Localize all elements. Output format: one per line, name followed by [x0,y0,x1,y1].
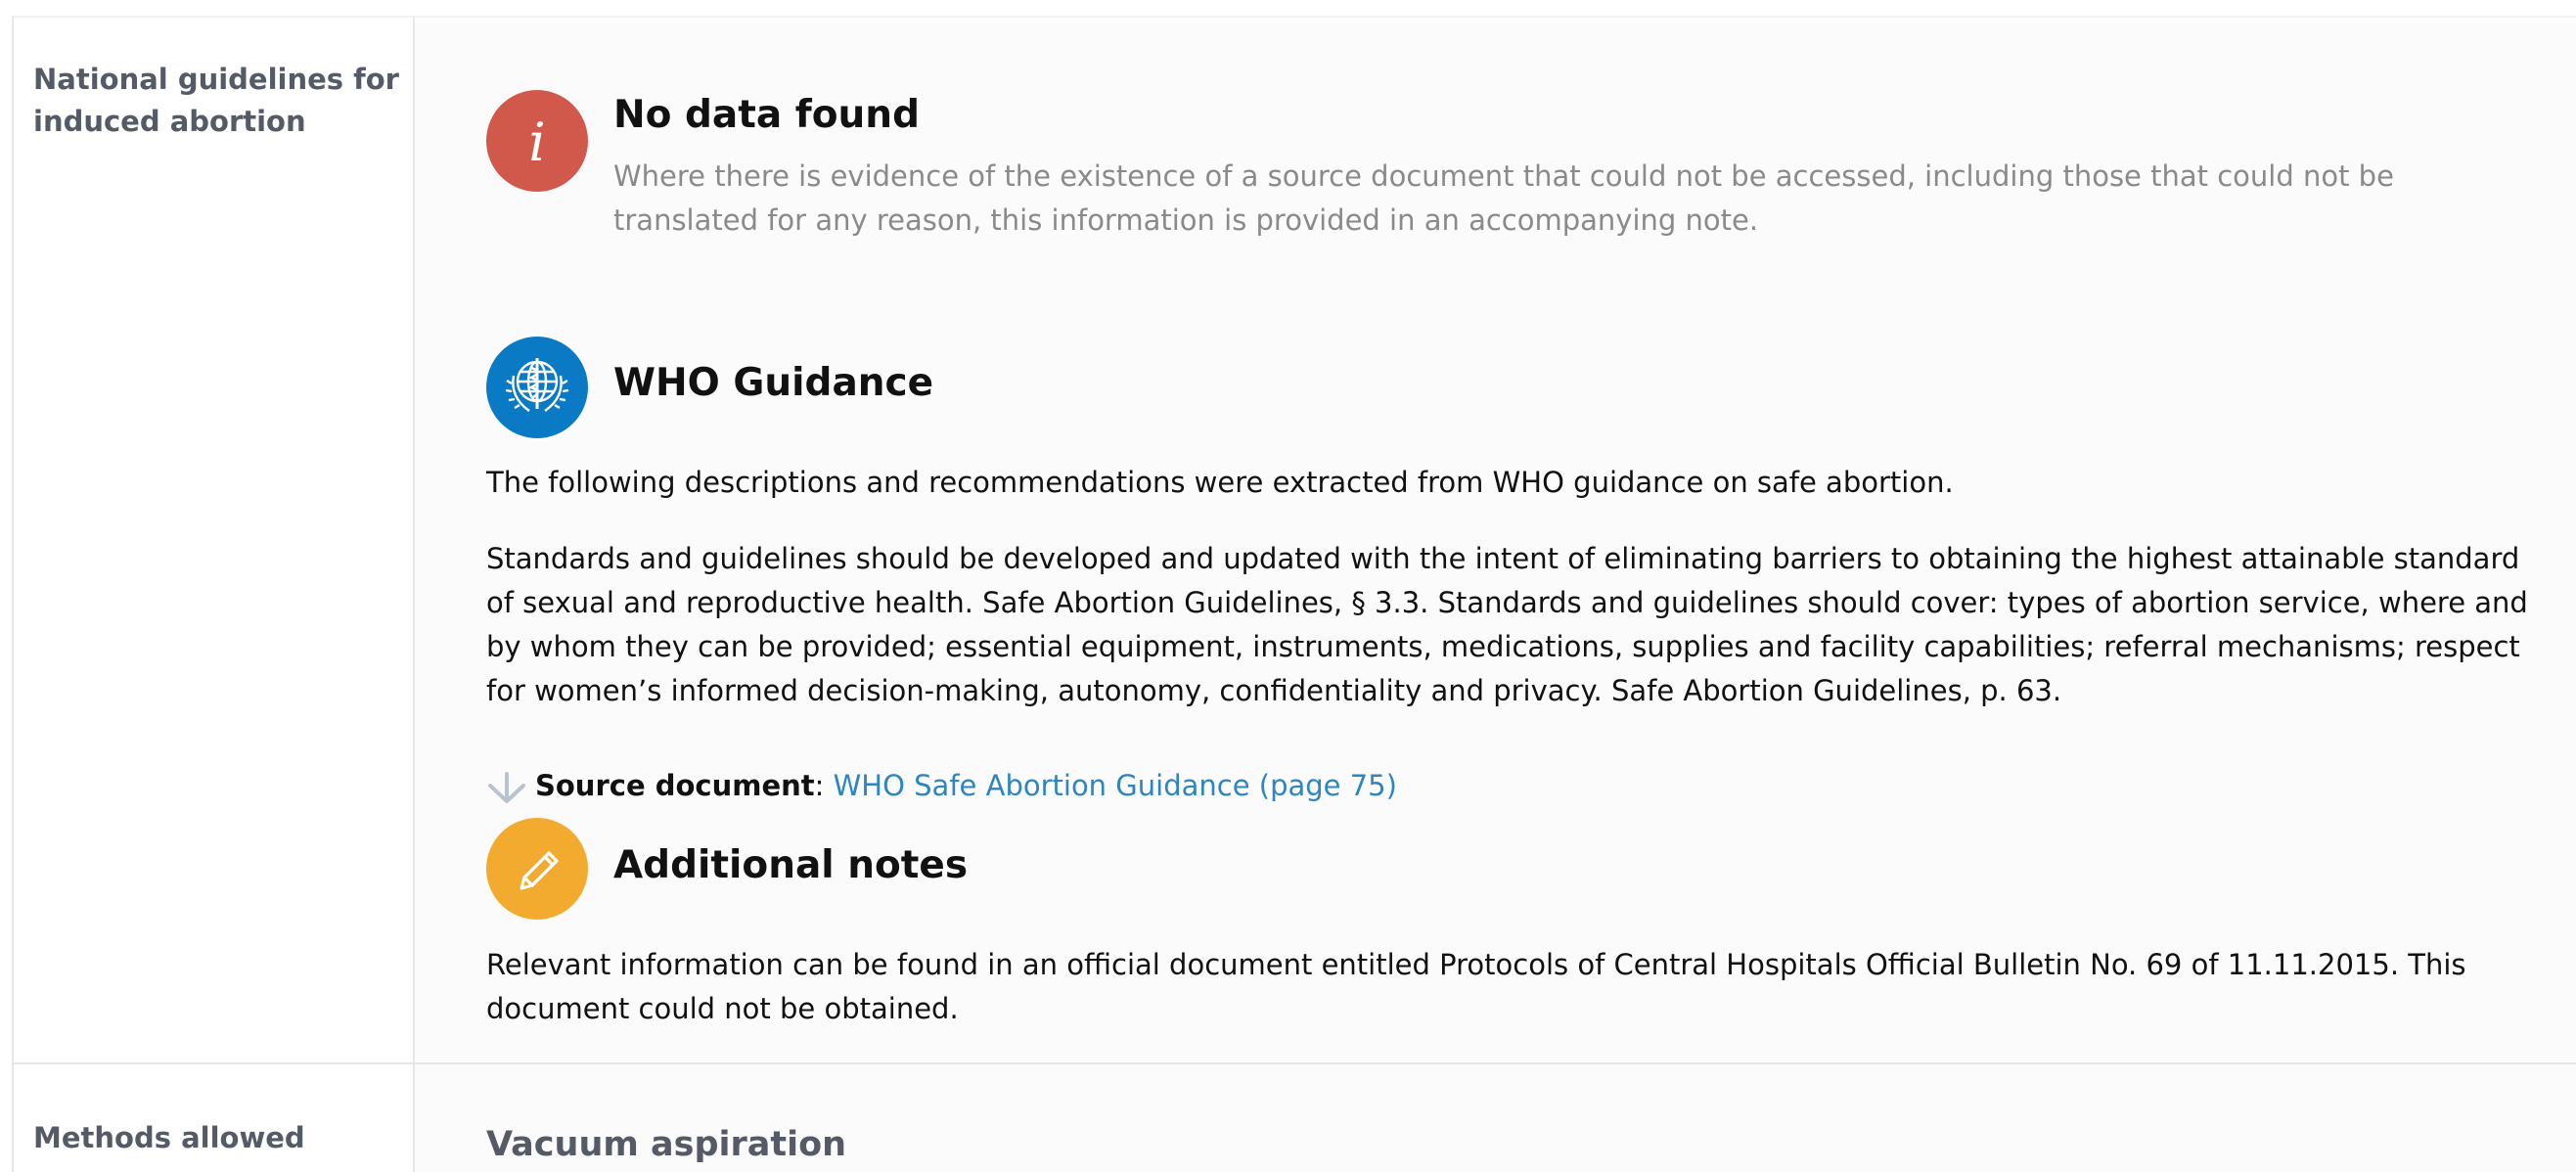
row-label-cell: Methods allowed [14,1064,415,1172]
pencil-icon [486,818,588,920]
row-content-cell: Vacuum aspiration [415,1064,2576,1172]
source-document-label: Source document [535,769,815,802]
who-guidance-intro: The following descriptions and recommend… [486,466,1954,499]
method-heading: Vacuum aspiration [486,1125,847,1164]
no-data-description: Where there is evidence of the existence… [613,159,2394,237]
row-label: National guidelines for induced abortion [33,63,399,138]
no-data-title: No data found [613,93,920,137]
country-profile-table: National guidelines for induced abortion… [12,16,2576,1172]
who-guidance-body: Standards and guidelines should be devel… [486,542,2528,707]
who-emblem-icon [486,337,588,438]
info-icon: i [486,90,588,192]
additional-notes-text: Relevant information can be found in an … [486,948,2466,1025]
table-row: Methods allowed Vacuum aspiration [14,1064,2576,1172]
source-document-link[interactable]: WHO Safe Abortion Guidance (page 75) [834,769,1397,802]
source-document-line: Source document: WHO Safe Abortion Guida… [486,764,1660,808]
table-row: National guidelines for induced abortion… [14,18,2576,1064]
arrow-down-icon [486,772,527,818]
who-guidance-title: WHO Guidance [613,361,934,405]
additional-notes-title: Additional notes [613,843,969,887]
row-label: Methods allowed [33,1121,305,1154]
svg-text:i: i [528,112,545,173]
source-separator: : [814,769,825,802]
row-content-cell: i No data found Where there is evidence … [415,18,2576,1062]
row-label-cell: National guidelines for induced abortion [14,18,415,1062]
